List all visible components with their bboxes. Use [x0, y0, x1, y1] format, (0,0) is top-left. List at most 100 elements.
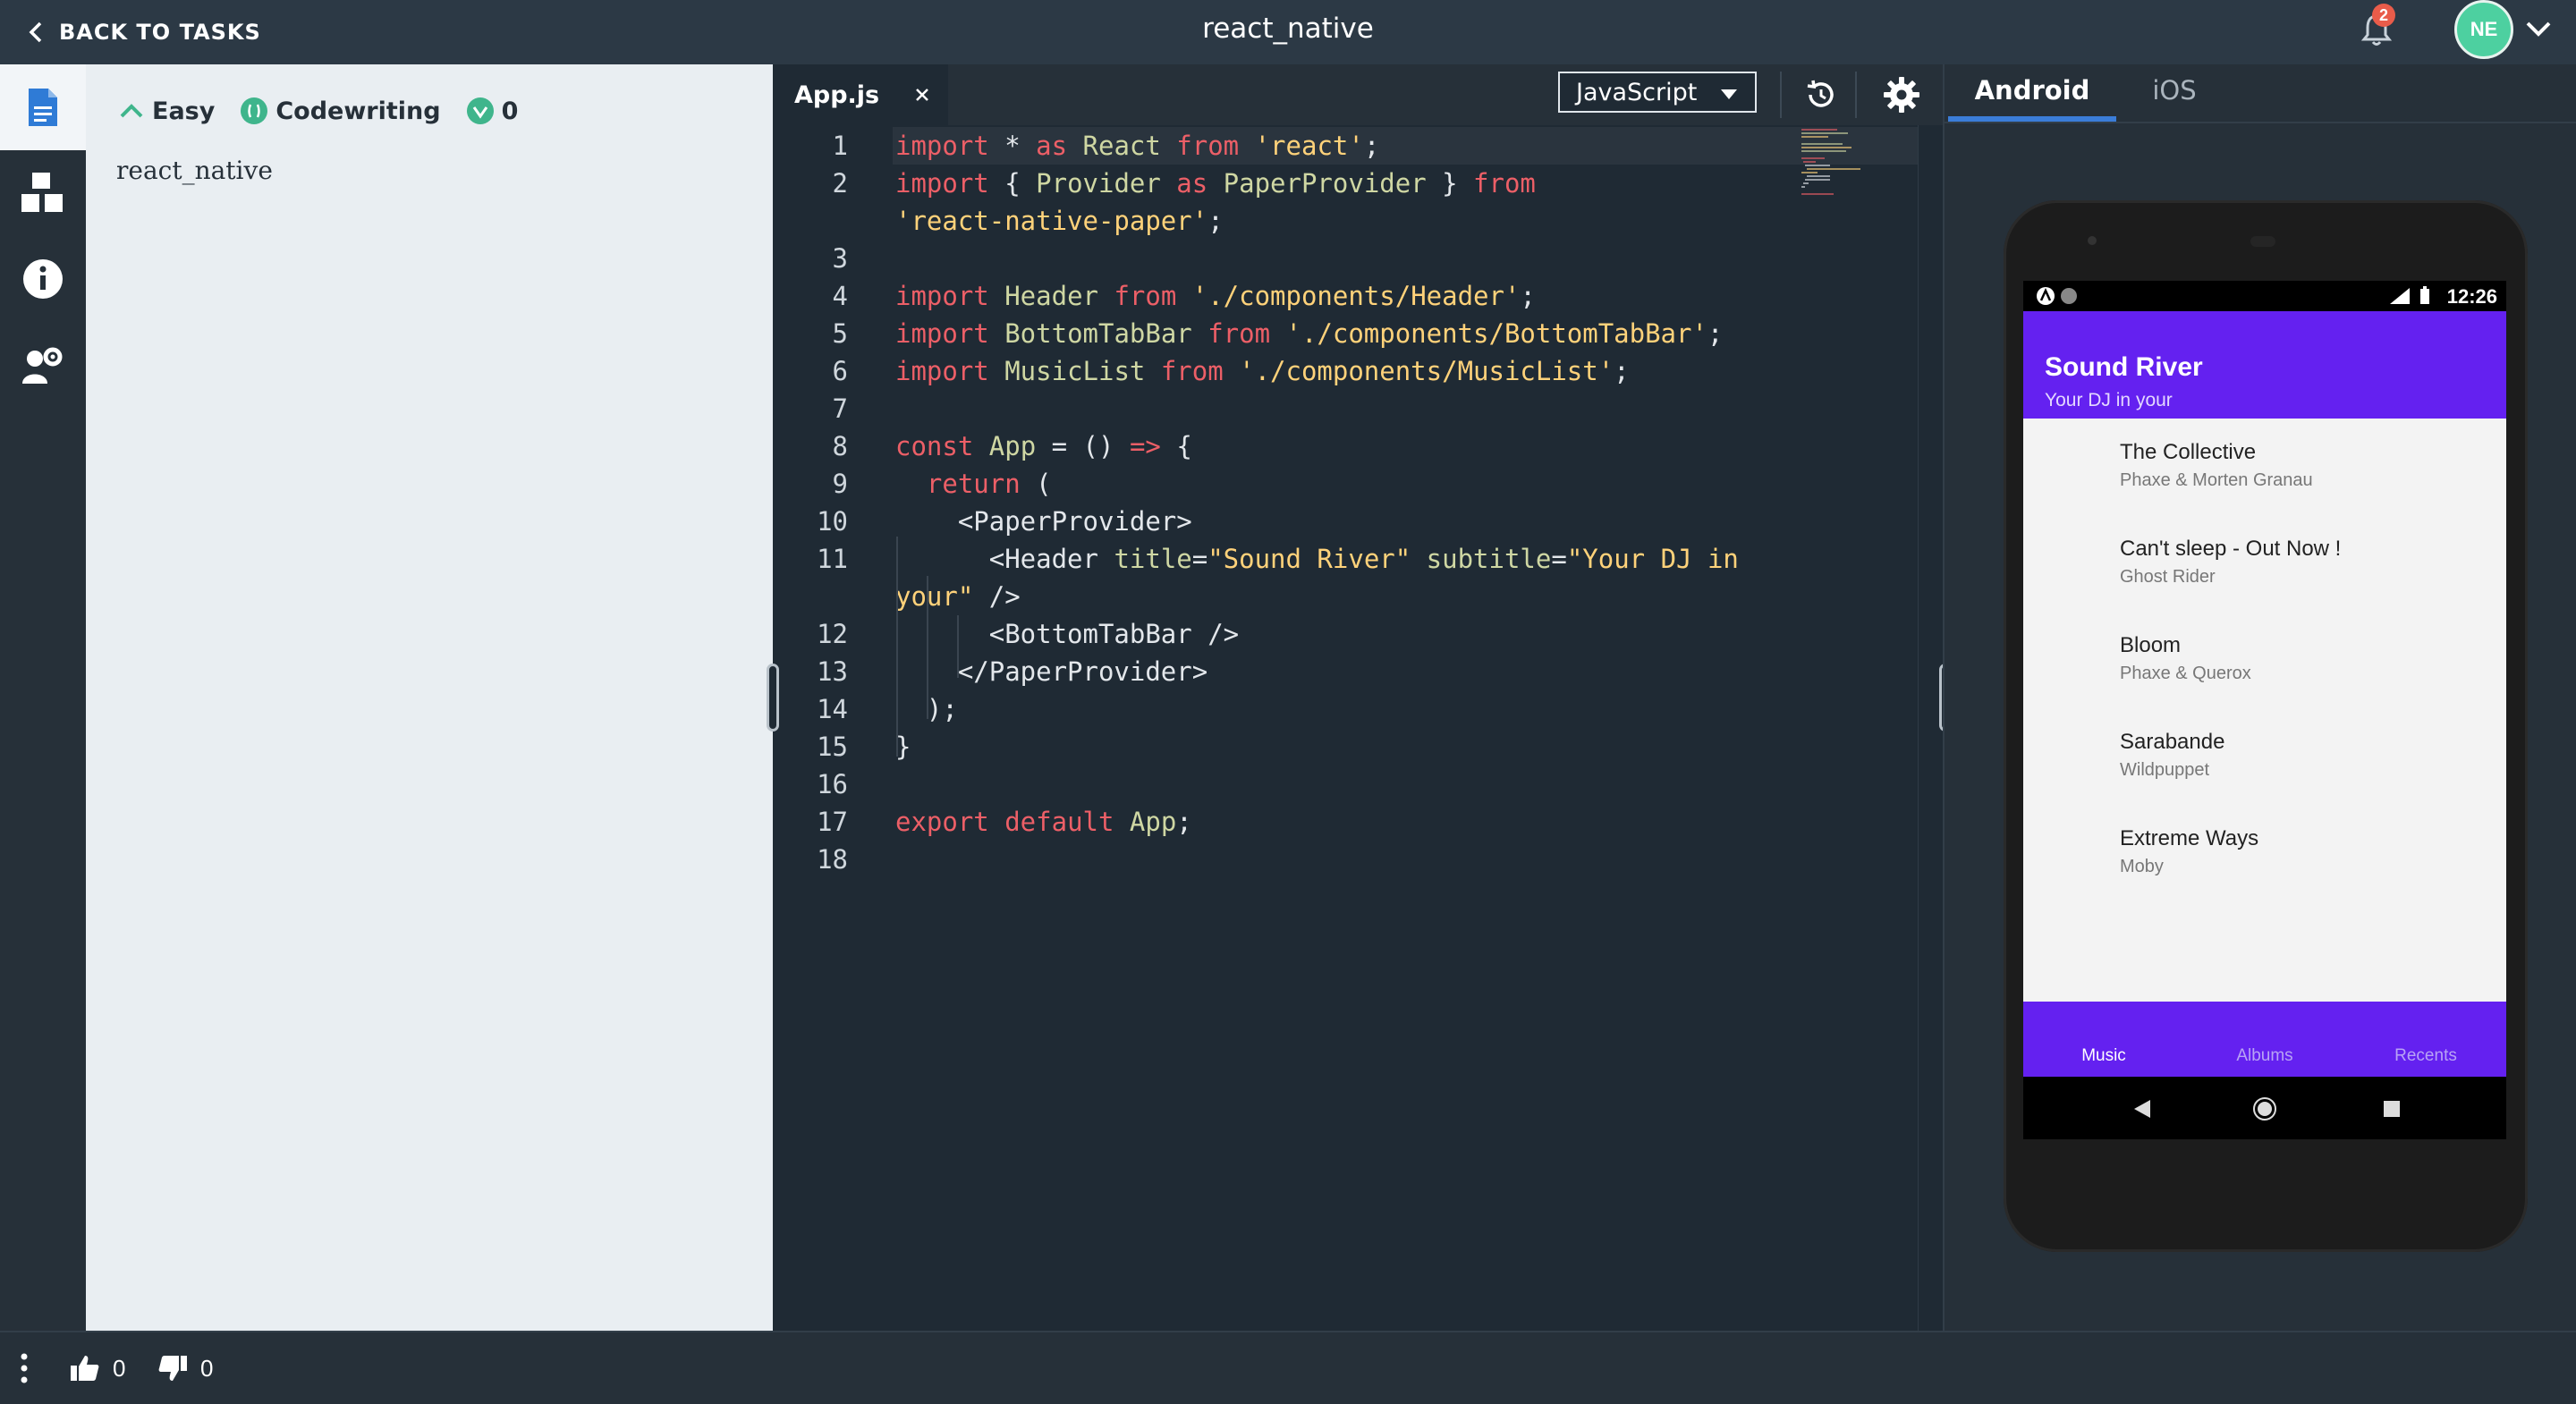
code-line: 3	[773, 240, 1792, 277]
code-line: 1 import * as React from 'react';	[773, 127, 1792, 165]
rail-item-settings[interactable]	[0, 322, 86, 408]
toolbar-divider	[1855, 72, 1857, 118]
tab-android[interactable]: Android	[1948, 64, 2116, 122]
code-token: title	[1114, 544, 1192, 574]
code-area[interactable]: 1 import * as React from 'react'; 2 import …	[773, 125, 1918, 1331]
app-notification-icon	[2037, 287, 2077, 305]
indent-guide	[927, 576, 928, 719]
code-token: from	[1114, 281, 1177, 311]
tab-albums[interactable]: Albums	[2184, 1046, 2345, 1066]
more-options-button[interactable]	[20, 1350, 29, 1386]
chevron-left-icon	[29, 21, 42, 43]
file-tab[interactable]: App.js	[773, 64, 948, 125]
line-number: 2	[832, 168, 848, 199]
caret-down-icon	[1721, 89, 1737, 99]
recents-square-icon[interactable]	[2383, 1100, 2401, 1118]
rail-item-tests[interactable]	[0, 150, 86, 236]
code-text: import MusicList from './components/Musi…	[895, 352, 1630, 390]
toolbar-divider	[1780, 72, 1782, 118]
app-subtitle: Your DJ in your	[2045, 390, 2173, 410]
code-token: =	[1551, 544, 1567, 574]
back-to-tasks-button[interactable]: BACK TO TASKS	[27, 16, 261, 48]
code-token: =>	[1129, 431, 1161, 461]
track-title: Extreme Ways	[2120, 826, 2259, 850]
line-number: 8	[832, 431, 848, 461]
code-token: your"	[895, 581, 974, 612]
rail-item-description[interactable]	[0, 64, 86, 150]
track-artist: Phaxe & Querox	[2120, 664, 2251, 683]
code-token: const	[895, 431, 974, 461]
code-token: import	[895, 131, 989, 161]
code-token: }	[1442, 168, 1474, 199]
panel-resize-handle-left[interactable]	[767, 664, 779, 732]
tab-recents[interactable]: Recents	[2345, 1046, 2506, 1066]
code-text: import BottomTabBar from './components/B…	[895, 315, 1723, 352]
app-bottom-tabs: Music Albums Recents	[2023, 1002, 2506, 1077]
codewriting-icon	[241, 97, 268, 124]
line-number: 15	[817, 732, 848, 762]
task-description: react_native	[116, 156, 273, 185]
thumbs-up-icon	[71, 1356, 99, 1381]
phone-speaker	[2250, 236, 2275, 247]
code-token: PaperProvider	[1208, 168, 1443, 199]
code-token: React	[1067, 131, 1177, 161]
code-token: from	[1473, 168, 1536, 199]
code-token: import	[895, 356, 989, 386]
code-token: BottomTabBar	[988, 318, 1208, 349]
code-token: './components/Header'	[1176, 281, 1521, 311]
language-select[interactable]: JavaScript	[1558, 72, 1757, 113]
code-token: from	[1208, 318, 1271, 349]
code-token: as	[1176, 168, 1208, 199]
code-line: 18	[773, 841, 1792, 878]
like-button[interactable]: 0	[70, 1350, 125, 1386]
line-number: 3	[832, 243, 848, 274]
indent-guide	[957, 615, 959, 678]
code-token: from	[1160, 356, 1224, 386]
history-icon	[1807, 80, 1834, 107]
line-number: 13	[817, 656, 848, 687]
code-minimap[interactable]	[1801, 129, 1909, 209]
code-line: 13 </PaperProvider>	[773, 653, 1792, 690]
line-number: 4	[832, 281, 848, 311]
code-token: default	[988, 807, 1114, 837]
reset-code-button[interactable]	[1796, 70, 1846, 120]
tab-ios[interactable]: iOS	[2116, 64, 2233, 122]
info-icon	[23, 259, 63, 299]
code-line: 14 );	[773, 690, 1792, 728]
code-token: "Your DJ in	[1566, 544, 1739, 574]
rail-item-info[interactable]	[0, 236, 86, 322]
editor-settings-button[interactable]	[1877, 70, 1927, 120]
code-line: 5 import BottomTabBar from './components/…	[773, 315, 1792, 352]
user-settings-icon	[22, 347, 63, 384]
thumbs-down-icon	[158, 1356, 187, 1381]
line-number: 6	[832, 356, 848, 386]
code-text: export default App;	[895, 803, 1192, 841]
chevron-down-icon[interactable]	[2521, 16, 2556, 43]
android-nav-bar	[2023, 1077, 2506, 1139]
code-line: 9 return (	[773, 465, 1792, 503]
code-token: './components/MusicList'	[1223, 356, 1614, 386]
phone-screen[interactable]: 12:26 Sound River Your DJ in your The Co…	[2023, 281, 2506, 1139]
task-panel: Easy Codewriting 0 react_native	[86, 64, 773, 1331]
close-icon[interactable]	[909, 81, 936, 108]
tab-music[interactable]: Music	[2023, 1046, 2184, 1066]
page-title: react_native	[1202, 13, 1374, 45]
avatar[interactable]: NE	[2454, 0, 2513, 59]
code-token: {	[988, 168, 1037, 199]
code-token: 'react-native-paper'	[895, 206, 1208, 236]
code-token: Header	[988, 281, 1114, 311]
dislike-button[interactable]: 0	[157, 1350, 213, 1386]
code-line: 10 <PaperProvider>	[773, 503, 1792, 540]
code-token: ;	[1208, 206, 1224, 236]
line-number: 18	[817, 844, 848, 875]
indent-guide	[896, 537, 898, 757]
code-text: return (	[895, 465, 1052, 503]
chevron-up-icon	[120, 104, 143, 118]
code-token: import	[895, 168, 989, 199]
preview-tabs: Android iOS	[1945, 64, 2576, 123]
back-triangle-icon[interactable]	[2132, 1098, 2152, 1120]
signal-battery-icon	[2390, 286, 2429, 304]
home-circle-icon[interactable]	[2252, 1096, 2277, 1121]
music-list: The Collective Phaxe & Morten Granau Can…	[2023, 419, 2506, 1002]
code-text: your" />	[895, 578, 1021, 615]
